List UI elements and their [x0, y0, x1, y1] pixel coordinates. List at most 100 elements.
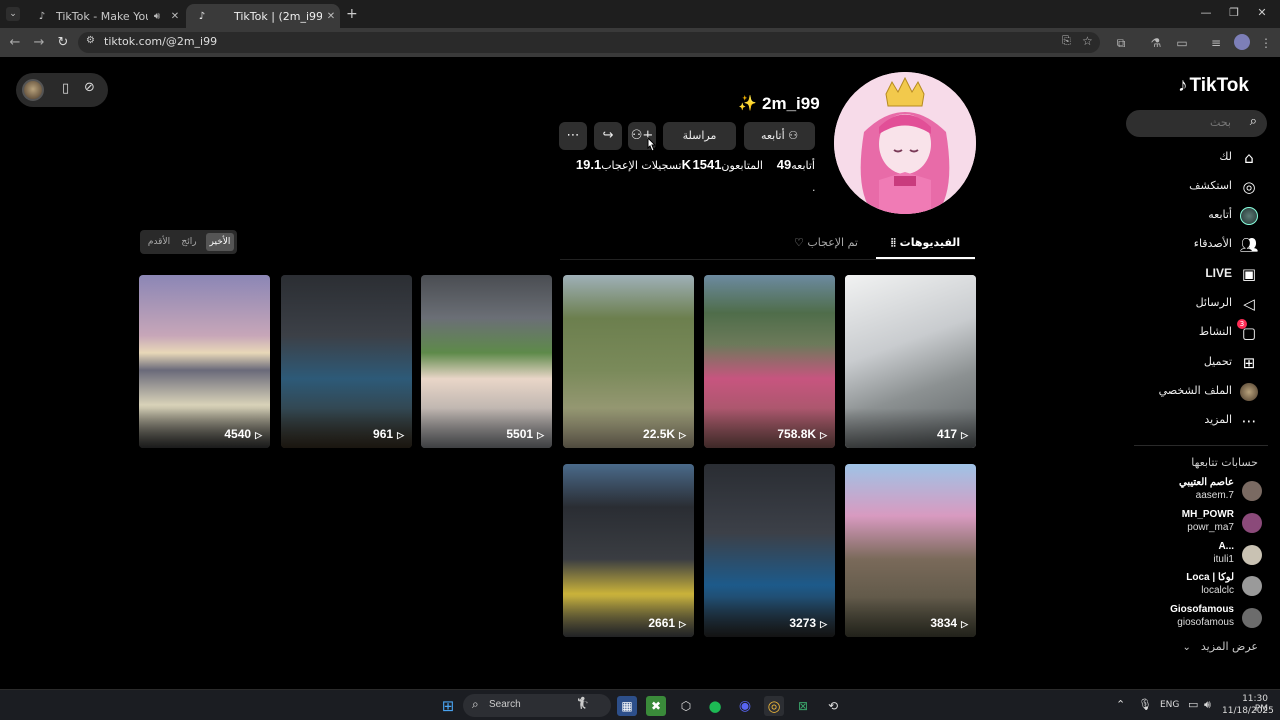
- nav-for-you[interactable]: لك ⌂: [1140, 147, 1260, 169]
- minecraft-icon[interactable]: ✖: [646, 696, 666, 716]
- nav-profile[interactable]: الملف الشخصي: [1140, 381, 1260, 403]
- video-thumbnail[interactable]: 961 ▷: [281, 275, 412, 448]
- video-thumbnail[interactable]: 3834 ▷: [845, 464, 976, 637]
- taskbar-search[interactable]: ⌕ Search 🏌︎: [463, 694, 611, 717]
- nav-messages[interactable]: الرسائل ◁: [1140, 293, 1260, 315]
- chrome-icon[interactable]: ◎: [764, 696, 784, 716]
- address-bar[interactable]: ⚙ tiktok.com/@2m_i99 ⎘ ☆: [78, 32, 1100, 53]
- network-icon[interactable]: ▭: [1188, 698, 1198, 711]
- nav-live[interactable]: LIVE ▣: [1140, 263, 1260, 285]
- minimize-icon[interactable]: —: [1196, 6, 1216, 22]
- restore-icon[interactable]: ❐: [1224, 6, 1244, 22]
- browser-menu-icon[interactable]: ⋮: [1258, 35, 1274, 51]
- forward-icon[interactable]: →: [30, 34, 48, 52]
- browser-tab-1[interactable]: ♪ TikTok - Make Your Day 🔊︎ ✕: [26, 4, 184, 28]
- profile-avatar-icon[interactable]: [1234, 34, 1250, 50]
- upload-icon: ⊞: [1242, 354, 1256, 372]
- nav-more[interactable]: المزيد ⋯: [1140, 410, 1260, 432]
- speaker-icon[interactable]: 🔊︎: [148, 11, 166, 22]
- compass-small-icon[interactable]: ⊘: [84, 80, 95, 95]
- nav-following[interactable]: أتابعه: [1140, 205, 1260, 227]
- video-thumbnail[interactable]: 758.8K ▷: [704, 275, 835, 448]
- following-button[interactable]: أتابعه ⚇: [744, 122, 815, 150]
- more-options-icon[interactable]: ⋯: [559, 122, 587, 150]
- video-thumbnail[interactable]: 417 ▷: [845, 275, 976, 448]
- nav-activity[interactable]: النشاط ▢ 3: [1140, 319, 1260, 344]
- search-input[interactable]: بحث ⌕: [1126, 110, 1267, 137]
- close-window-icon[interactable]: ✕: [1252, 6, 1272, 22]
- friends-icon: 👥︎: [1239, 236, 1259, 254]
- microphone-icon[interactable]: 🎙︎: [1138, 698, 1152, 711]
- extensions-icon[interactable]: ⧉: [1113, 35, 1129, 51]
- video-thumbnail[interactable]: 22.5K ▷: [563, 275, 694, 448]
- sort-oldest-button[interactable]: الأقدم: [145, 233, 173, 251]
- back-icon[interactable]: ←: [6, 34, 24, 52]
- reload-icon[interactable]: ↻: [54, 34, 72, 52]
- nav-explore[interactable]: استكشف ◎: [1140, 176, 1260, 198]
- search-placeholder: بحث: [1210, 116, 1231, 129]
- install-app-icon[interactable]: ⎘: [1062, 34, 1071, 48]
- play-icon: ▷: [961, 619, 968, 629]
- epic-games-icon[interactable]: ⬡: [676, 696, 696, 716]
- nav-upload[interactable]: تحميل ⊞: [1140, 352, 1260, 374]
- sort-latest-button[interactable]: الأخير: [206, 233, 234, 251]
- see-more-link[interactable]: عرض المزيد⌄: [1183, 640, 1259, 653]
- xbox-icon[interactable]: ⊠: [793, 696, 813, 716]
- video-thumbnail[interactable]: 4540 ▷: [139, 275, 270, 448]
- tiktok-logo[interactable]: ♪ TikTok: [1178, 75, 1249, 97]
- browser-toolbar: ← → ↻ ⚙ tiktok.com/@2m_i99 ⎘ ☆ ⧉ ⚗ ▭ ≡ ⋮: [0, 28, 1280, 57]
- view-count: 2661 ▷: [648, 616, 686, 630]
- floating-controls: ▯ ⊘: [16, 73, 108, 107]
- following-account[interactable]: Loca | لوكا localclc: [1140, 572, 1262, 600]
- chevron-up-icon[interactable]: ⌃: [1116, 698, 1125, 711]
- discord-icon[interactable]: ◉: [735, 696, 755, 716]
- app-icon[interactable]: ▦: [617, 696, 637, 716]
- view-count: 961 ▷: [373, 427, 404, 441]
- sidebar-panel-icon[interactable]: ▭: [1174, 35, 1190, 51]
- play-icon: ▷: [679, 430, 686, 440]
- user-avatar[interactable]: [22, 79, 44, 101]
- close-tab-icon[interactable]: ✕: [322, 11, 340, 22]
- close-tab-icon[interactable]: ✕: [166, 11, 184, 22]
- sort-trending-button[interactable]: رائج: [176, 233, 202, 251]
- followers-stat[interactable]: المتابعون1541: [689, 157, 764, 172]
- nav-friends[interactable]: الأصدقاء 👥︎: [1140, 234, 1260, 256]
- clock-date[interactable]: 11/18/2025: [1222, 706, 1274, 716]
- language-indicator[interactable]: ENG: [1160, 700, 1179, 710]
- browser-tab-2[interactable]: ♪ TikTok | (2m_i99@) ✨(3) ✕: [186, 4, 340, 28]
- tab-search-button[interactable]: ⌄: [6, 7, 20, 21]
- message-button[interactable]: مراسلة: [663, 122, 736, 150]
- view-count: 5501 ▷: [506, 427, 544, 441]
- profile-bio: .: [812, 181, 816, 194]
- volume-icon[interactable]: 🔊︎: [1204, 698, 1211, 712]
- windows-start-icon[interactable]: ⊞: [438, 696, 458, 716]
- compass-icon: ◎: [1242, 178, 1256, 196]
- browser-tab-strip: ⌄ ♪ TikTok - Make Your Day 🔊︎ ✕ ♪ TikTok…: [0, 0, 1280, 28]
- new-tab-icon[interactable]: +: [346, 6, 358, 22]
- tab-videos[interactable]: الفيديوهات ⦙⦙: [876, 229, 975, 259]
- following-account[interactable]: A... ituli1: [1140, 541, 1262, 569]
- following-account[interactable]: عاصم العتيبي aasem.7: [1140, 477, 1262, 505]
- bookmark-star-icon[interactable]: ☆: [1082, 34, 1093, 48]
- following-account[interactable]: MH_POWR powr_ma7: [1140, 509, 1262, 537]
- avatar: [1242, 545, 1262, 565]
- following-account[interactable]: Giosofamous giosofamous: [1140, 604, 1262, 632]
- share-icon[interactable]: ↪: [594, 122, 622, 150]
- video-thumbnail[interactable]: 3273 ▷: [704, 464, 835, 637]
- extension-icon[interactable]: ⚗: [1148, 35, 1164, 51]
- profile-avatar[interactable]: [834, 72, 976, 214]
- person-check-icon: ⚇: [788, 129, 799, 142]
- app-notification-icon[interactable]: ⟲: [823, 696, 843, 716]
- video-thumbnail[interactable]: 2661 ▷: [563, 464, 694, 637]
- windows-taskbar: ⊞ ⌕ Search 🏌︎ ▦ ✖ ⬡ ● ◉ ◎ ⊠ ⟲ ⌃ 🎙︎ ENG ▭…: [0, 689, 1280, 720]
- video-thumbnail[interactable]: 5501 ▷: [421, 275, 552, 448]
- search-icon[interactable]: ⌕: [1250, 114, 1257, 129]
- site-info-icon[interactable]: ⚙: [86, 35, 95, 46]
- mobile-device-icon[interactable]: ▯: [62, 81, 69, 96]
- spotify-icon[interactable]: ●: [705, 696, 725, 716]
- profile-avatar-illustration: [834, 72, 976, 214]
- tab-liked[interactable]: تم الإعجاب ♡: [790, 229, 862, 259]
- view-count: 4540 ▷: [224, 427, 262, 441]
- following-stat[interactable]: أتابعه49: [773, 157, 815, 172]
- media-control-icon[interactable]: ≡: [1208, 35, 1224, 51]
